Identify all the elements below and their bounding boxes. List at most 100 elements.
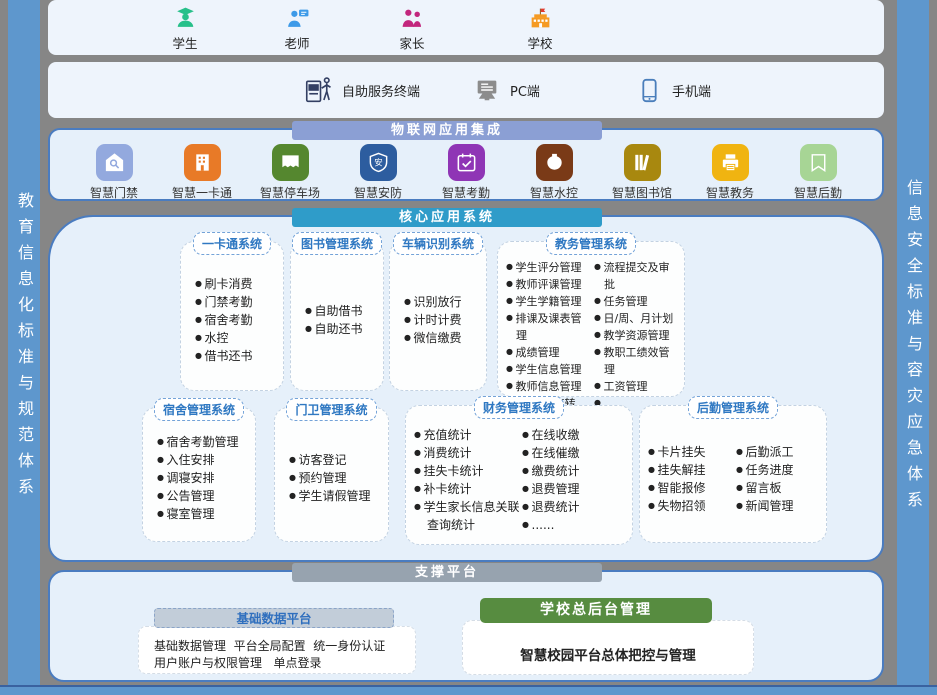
feature-item: 宿舍考勤管理: [157, 433, 249, 451]
feature-item: 充值统计: [414, 426, 520, 444]
feature-item: ......: [522, 516, 628, 534]
card-title: 教务管理系统: [546, 232, 636, 255]
feature-item: 流程提交及审批: [594, 259, 680, 293]
card-body: 识别放行 计时计费 微信缴费: [390, 255, 486, 390]
parking-icon: [272, 144, 309, 181]
iot-panel-title: 物联网应用集成: [292, 121, 602, 140]
iot-item-label: 智慧一卡通: [172, 184, 232, 201]
feature-item: 日/周、月计划: [594, 310, 680, 327]
feature-item: 刷卡消费: [195, 275, 277, 293]
pc-icon: [473, 76, 501, 104]
feature-item: 学生信息管理: [506, 361, 592, 378]
iot-item-parking: 智慧停车场: [248, 144, 332, 201]
card-body: 访客登记 预约管理 学生请假管理: [275, 421, 388, 541]
feature-item: 学生评分管理: [506, 259, 592, 276]
feature-column: 后勤派工 任务进度 留言板 新闻管理: [736, 423, 822, 534]
device-label: PC端: [510, 81, 540, 100]
feature-item: 失物招领: [648, 497, 734, 515]
feature-column: 在线收缴 在线催缴 缴费统计 退费管理 退费统计 ......: [522, 423, 628, 536]
card-title: 门卫管理系统: [286, 398, 376, 421]
right-banner-label: 信息安全标准与容灾应急体系: [901, 179, 925, 517]
iot-item-door-access: 智慧门禁: [72, 144, 156, 201]
feature-item: 学生家长信息关联查询统计: [414, 498, 520, 534]
feature-item: 留言板: [736, 479, 822, 497]
card-vehicle-recognition-system: 车辆识别系统 识别放行 计时计费 微信缴费: [389, 241, 487, 391]
feature-item: 消费统计: [414, 444, 520, 462]
user-student: 学生: [155, 6, 215, 52]
card-library-system: 图书管理系统 自助借书 自助还书: [290, 241, 384, 391]
parents-icon: [400, 6, 425, 31]
feature-item: 访客登记: [289, 451, 382, 469]
feature-item: 教师信息管理: [506, 378, 592, 395]
feature-item: 任务管理: [594, 293, 680, 310]
core-applications-panel: 核心应用系统 一卡通系统 刷卡消费 门禁考勤 宿舍考勤 水控 借书还书 图书管理…: [48, 215, 884, 562]
iot-items-row: 智慧门禁 智慧一卡通: [50, 130, 882, 201]
iot-item-label: 智慧门禁: [90, 184, 138, 201]
feature-item: 新闻管理: [736, 497, 822, 515]
feature-item: 任务进度: [736, 461, 822, 479]
card-gatekeeper-system: 门卫管理系统 访客登记 预约管理 学生请假管理: [274, 407, 389, 542]
card-body: 自助借书 自助还书: [291, 255, 383, 390]
feature-column: 学生评分管理 教师评课管理 学生学籍管理 排课及课表管理 成绩管理 学生信息管理…: [506, 259, 592, 412]
card-title: 财务管理系统: [474, 396, 564, 419]
iot-item-academic: 智慧教务: [688, 144, 772, 201]
left-banner-label: 教育信息化标准与规范体系: [12, 192, 36, 504]
base-data-platform-title: 基础数据平台: [154, 608, 394, 628]
feature-column: 卡片挂失 挂失解挂 智能报修 失物招领: [648, 423, 734, 534]
user-school: 学校: [510, 6, 570, 52]
card-onecard-system: 一卡通系统 刷卡消费 门禁考勤 宿舍考勤 水控 借书还书: [180, 241, 284, 391]
device-label: 自助服务终端: [342, 81, 420, 100]
feature-item: 门禁考勤: [195, 293, 277, 311]
smart-campus-architecture-diagram: 教育信息化标准与规范体系 信息安全标准与容灾应急体系 学生 老师: [0, 0, 937, 695]
feature-item: 自助借书: [305, 302, 377, 320]
svg-text:安: 安: [374, 156, 383, 168]
device-kiosk: 自助服务终端: [303, 62, 420, 118]
feature-item: 入住安排: [157, 451, 249, 469]
feature-item: 挂失卡统计: [414, 462, 520, 480]
card-academic-affairs-system: 教务管理系统 学生评分管理 教师评课管理 学生学籍管理 排课及课表管理 成绩管理…: [497, 241, 685, 397]
feature-column: 充值统计 消费统计 挂失卡统计 补卡统计 学生家长信息关联查询统计: [414, 423, 520, 536]
card-logistics-system: 后勤管理系统 卡片挂失 挂失解挂 智能报修 失物招领 后勤派工 任务进度 留言板…: [639, 405, 827, 543]
base-platform-line: 用户账户与权限管理 单点登录: [154, 655, 409, 672]
user-label: 学生: [172, 33, 197, 52]
base-data-platform-body: 基础数据管理 平台全局配置 统一身份认证 用户账户与权限管理 单点登录: [138, 626, 416, 674]
support-platform-panel: 支撑平台 基础数据平台 基础数据管理 平台全局配置 统一身份认证 用户账户与权限…: [48, 570, 884, 682]
teacher-icon: [285, 6, 310, 31]
feature-item: 教职工绩效管理: [594, 344, 680, 378]
feature-item: 排课及课表管理: [506, 310, 592, 344]
feature-item: 卡片挂失: [648, 443, 734, 461]
card-title: 车辆识别系统: [393, 232, 483, 255]
iot-item-label: 智慧安防: [354, 184, 402, 201]
iot-item-label: 智慧教务: [706, 184, 754, 201]
school-backend-title: 学校总后台管理: [480, 598, 712, 623]
feature-item: 教师评课管理: [506, 276, 592, 293]
feature-item: 后勤派工: [736, 443, 822, 461]
feature-item: 水控: [195, 329, 277, 347]
iot-item-water-control: 智慧水控: [512, 144, 596, 201]
user-teacher: 老师: [267, 6, 327, 52]
iot-panel: 物联网应用集成 智慧门禁: [48, 128, 884, 201]
card-body: 充值统计 消费统计 挂失卡统计 补卡统计 学生家长信息关联查询统计 在线收缴 在…: [406, 419, 632, 544]
iot-item-attendance: 智慧考勤: [424, 144, 508, 201]
feature-item: 宿舍考勤: [195, 311, 277, 329]
library-icon: [624, 144, 661, 181]
card-body: 卡片挂失 挂失解挂 智能报修 失物招领 后勤派工 任务进度 留言板 新闻管理: [640, 419, 826, 542]
user-label: 老师: [284, 33, 309, 52]
core-panel-title: 核心应用系统: [292, 208, 602, 227]
card-body: 宿舍考勤管理 入住安排 调寝安排 公告管理 寝室管理: [143, 421, 255, 541]
card-title: 宿舍管理系统: [154, 398, 244, 421]
onecard-icon: [184, 144, 221, 181]
card-finance-system: 财务管理系统 充值统计 消费统计 挂失卡统计 补卡统计 学生家长信息关联查询统计…: [405, 405, 633, 545]
bottom-border-band: [0, 685, 937, 695]
feature-item: 补卡统计: [414, 480, 520, 498]
feature-item: 工资管理: [594, 378, 680, 395]
feature-item: 微信缴费: [404, 329, 480, 347]
feature-item: 成绩管理: [506, 344, 592, 361]
feature-item: 公告管理: [157, 487, 249, 505]
user-label: 学校: [527, 33, 552, 52]
school-backend-desc: 智慧校园平台总体把控与管理: [462, 620, 754, 675]
device-label: 手机端: [672, 81, 711, 100]
device-phone: 手机端: [636, 62, 711, 118]
logistics-icon: [800, 144, 837, 181]
card-title: 图书管理系统: [292, 232, 382, 255]
